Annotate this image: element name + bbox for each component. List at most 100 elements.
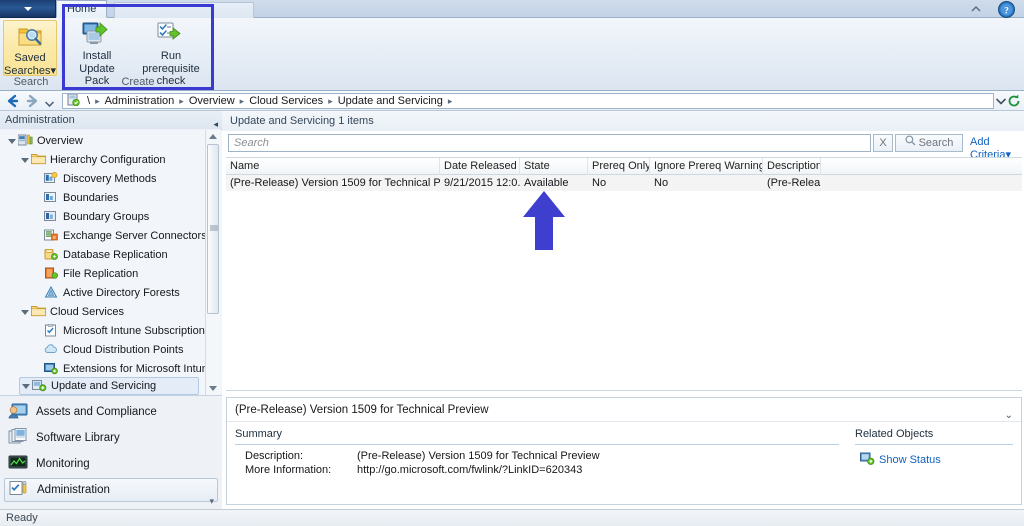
history-dropdown-icon[interactable] (44, 98, 55, 110)
tree-item-label: Boundary Groups (63, 211, 150, 223)
sidebar-item-monitoring[interactable]: Monitoring (4, 452, 218, 476)
expander-icon-update-and-servicing[interactable] (20, 377, 32, 395)
sidebar-item-label: Administration (37, 484, 110, 496)
console-root-icon (67, 94, 80, 108)
breadcrumb-item-root[interactable]: \ (83, 95, 94, 107)
discovery-methods-icon (44, 172, 60, 186)
navigation-pane: Administration ◂ Overview Hierarchy Conf… (0, 111, 222, 509)
cell-state: Available (524, 177, 569, 189)
column-header-date-released[interactable]: Date Released (440, 158, 520, 175)
tree-item-microsoft-intune-subscriptions[interactable]: Microsoft Intune Subscriptions (32, 322, 210, 340)
column-header-name[interactable]: Name (226, 158, 440, 175)
cell-date-released: 9/21/2015 12:0... (444, 177, 520, 189)
column-header-state[interactable]: State (520, 158, 588, 175)
expander-icon-cloud-services[interactable] (19, 303, 31, 321)
tree-item-exchange-server-connectors[interactable]: e Exchange Server Connectors (32, 227, 207, 245)
search-button[interactable]: Search (895, 134, 963, 152)
breadcrumb-separator-4[interactable]: ▸ (447, 96, 454, 107)
more-workspaces-icon[interactable]: ▾ (209, 496, 214, 507)
detail-label-more-information: More Information: (245, 464, 332, 476)
expander-icon-hierarchy-configuration[interactable] (19, 151, 31, 169)
tree-item-file-replication[interactable]: File Replication (32, 265, 138, 283)
tree-item-active-directory-forests[interactable]: Active Directory Forests (32, 284, 180, 302)
content-title: Update and Servicing 1 items (222, 111, 1024, 131)
tree-item-database-replication[interactable]: Database Replication (32, 246, 168, 264)
tree-item-label: Database Replication (63, 249, 168, 261)
ribbon-group-create-label: Create (121, 76, 155, 88)
cloud-distribution-icon (44, 343, 60, 357)
tree-item-label: Discovery Methods (63, 173, 157, 185)
sidebar-item-label: Software Library (36, 432, 120, 444)
detail-pane: (Pre-Release) Version 1509 for Technical… (226, 397, 1022, 505)
tab-home[interactable]: Home (56, 0, 108, 18)
quick-access-toolbar[interactable] (0, 0, 56, 18)
saved-searches-dropdown-caret[interactable]: ▾ (50, 65, 56, 77)
detail-value-more-information: http://go.microsoft.com/fwlink/?LinkID=6… (357, 464, 583, 476)
search-button-label: Search (918, 137, 954, 149)
cell-description: (Pre-Relea... (767, 177, 821, 189)
tree-item-hierarchy-configuration[interactable]: Hierarchy Configuration (19, 151, 166, 169)
detail-pane-header: (Pre-Release) Version 1509 for Technical… (227, 398, 1021, 422)
tree-scrollbar-thumb[interactable] (207, 144, 219, 314)
saved-searches-button[interactable]: Saved Searches▾ (3, 20, 57, 76)
tree-item-boundary-groups[interactable]: Boundary Groups (32, 208, 149, 226)
saved-searches-icon (4, 25, 56, 52)
file-replication-icon (44, 267, 60, 281)
search-input[interactable]: Search (228, 134, 871, 152)
chevron-down-icon[interactable]: ⌄ (1005, 404, 1013, 428)
refresh-icon[interactable] (1007, 94, 1021, 111)
detail-pane-title: (Pre-Release) Version 1509 for Technical… (235, 404, 489, 416)
table-row[interactable]: (Pre-Release) Version 1509 for Technical… (226, 175, 1022, 191)
breadcrumb[interactable]: \ ▸ Administration ▸ Overview ▸ Cloud Se… (62, 93, 994, 109)
help-icon[interactable]: ? (998, 1, 1015, 21)
tree-item-label: Microsoft Intune Subscriptions (63, 325, 211, 337)
related-objects-title: Related Objects (855, 428, 934, 440)
magnifier-icon (905, 135, 916, 151)
tree-item-extensions-for-microsoft-intune[interactable]: Extensions for Microsoft Intune (32, 360, 214, 378)
address-dropdown-icon[interactable] (995, 96, 1007, 108)
tree-item-cloud-distribution-points[interactable]: Cloud Distribution Points (32, 341, 183, 359)
tree-item-label: Cloud Services (50, 306, 124, 318)
tree-scrollbar[interactable] (205, 130, 219, 395)
related-objects-divider (855, 444, 1013, 445)
install-update-pack-label-line1: Install (82, 50, 112, 62)
clear-search-button[interactable]: X (873, 134, 893, 152)
sidebar-item-administration[interactable]: Administration (4, 478, 218, 502)
back-arrow-icon[interactable] (4, 93, 21, 109)
sidebar-item-assets-and-compliance[interactable]: Assets and Compliance (4, 400, 218, 424)
sidebar-item-label: Monitoring (36, 458, 90, 470)
minimize-ribbon-icon[interactable] (970, 4, 982, 17)
breadcrumb-item-overview[interactable]: Overview (185, 95, 239, 107)
ribbon-group-divider-2 (211, 22, 212, 82)
cell-name: (Pre-Release) Version 1509 for Technical… (230, 177, 440, 189)
breadcrumb-item-administration[interactable]: Administration (101, 95, 179, 107)
show-status-link[interactable]: Show Status (860, 452, 941, 466)
forward-arrow-icon[interactable] (24, 93, 41, 109)
tree-item-label: Cloud Distribution Points (63, 344, 184, 356)
sidebar-item-software-library[interactable]: Software Library (4, 426, 218, 450)
breadcrumb-item-cloud-services[interactable]: Cloud Services (245, 95, 327, 107)
quick-access-dropdown-icon[interactable] (24, 7, 32, 11)
tree-item-boundaries[interactable]: Boundaries (32, 189, 119, 207)
ribbon-group-search-label: Search (13, 76, 49, 88)
tree-item-overview[interactable]: Overview (6, 132, 83, 150)
breadcrumb-item-update-and-servicing[interactable]: Update and Servicing (334, 95, 447, 107)
search-toolbar: Search X Search Add Criteria▾ (222, 132, 1024, 161)
tree-item-discovery-methods[interactable]: Discovery Methods (32, 170, 157, 188)
update-servicing-icon (32, 379, 48, 393)
scroll-up-icon[interactable] (209, 134, 217, 139)
tree-item-cloud-services[interactable]: Cloud Services (19, 303, 124, 321)
expander-icon-overview[interactable] (6, 132, 18, 150)
column-header-ignore-prereq-warning[interactable]: Ignore Prereq Warning (650, 158, 763, 175)
summary-divider (235, 444, 839, 445)
tree-item-update-and-servicing[interactable]: Update and Servicing (19, 377, 199, 395)
column-header-prereq-only[interactable]: Prereq Only (588, 158, 650, 175)
boundaries-icon (44, 191, 60, 205)
column-header-filler (821, 158, 1022, 175)
install-update-pack-icon (66, 21, 128, 50)
run-prerequisite-check-icon (132, 21, 210, 50)
column-header-description[interactable]: Description (763, 158, 821, 175)
window-helper-icons: ? (964, 1, 1020, 18)
boundary-groups-icon (44, 210, 60, 224)
scroll-down-icon[interactable] (209, 386, 217, 391)
